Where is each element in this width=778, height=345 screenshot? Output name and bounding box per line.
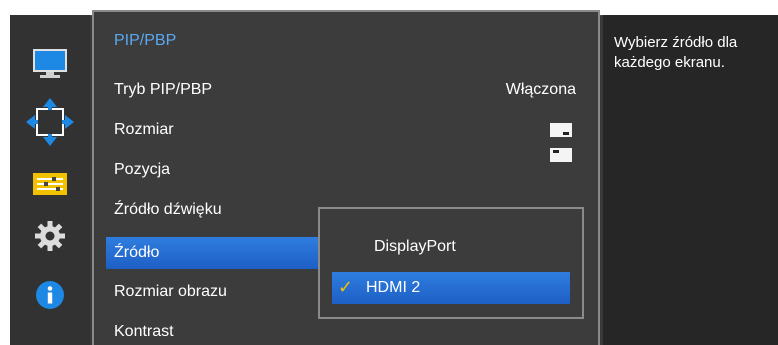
source-submenu: DisplayPort ✓ HDMI 2 (318, 207, 584, 319)
monitor-osd-screen: PIP/PBP Tryb PIP/PBP Włączona Rozmiar Po… (0, 0, 778, 345)
menu-item-picture-size[interactable]: Rozmiar obrazu (114, 277, 227, 307)
menu-item-size[interactable]: Rozmiar (114, 115, 174, 145)
gear-icon[interactable] (34, 220, 66, 252)
menu-item-source[interactable]: Źródło (114, 238, 159, 268)
icon-rail (10, 15, 90, 345)
submenu-option-hdmi2[interactable]: ✓ HDMI 2 (332, 272, 570, 304)
menu-title: PIP/PBP (114, 32, 177, 49)
option-label: DisplayPort (374, 238, 456, 255)
menu-item-sound-source[interactable]: Źródło dźwięku (114, 195, 222, 225)
pip-mode-value: Włączona (505, 81, 576, 98)
menu-item-pip-mode[interactable]: Tryb PIP/PBP (114, 75, 212, 105)
monitor-icon[interactable] (32, 48, 68, 80)
option-label: HDMI 2 (366, 279, 421, 296)
submenu-option-displayport[interactable]: DisplayPort (332, 231, 570, 263)
info-icon[interactable] (35, 280, 65, 310)
help-text: Wybierz źródło dla każdego ekranu. (614, 34, 738, 71)
menu-item-contrast[interactable]: Kontrast (114, 317, 174, 345)
menu-item-position[interactable]: Pozycja (114, 155, 170, 185)
help-panel: Wybierz źródło dla każdego ekranu. (603, 15, 778, 345)
check-icon: ✓ (338, 277, 354, 298)
move-arrows-icon[interactable] (22, 94, 78, 150)
size-small-icon (550, 123, 572, 137)
position-top-left-icon (550, 148, 572, 162)
sliders-icon[interactable] (32, 172, 68, 196)
